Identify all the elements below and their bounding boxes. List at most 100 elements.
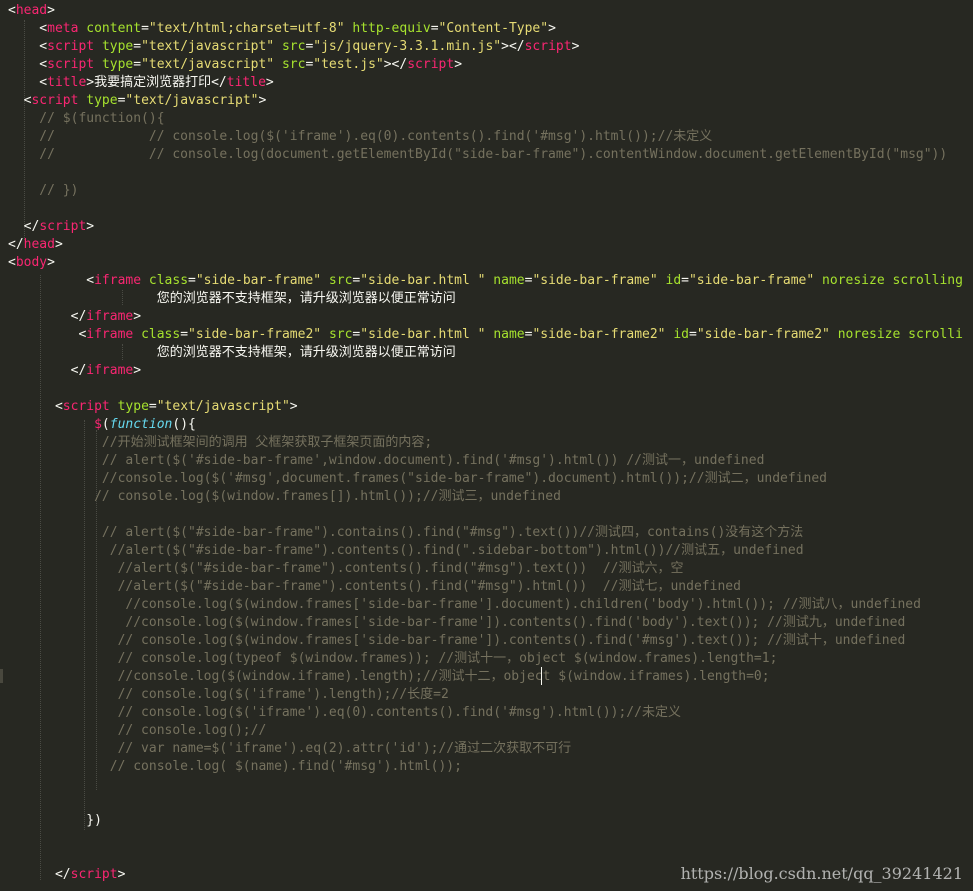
code-token: script bbox=[39, 219, 87, 234]
code-token: src bbox=[328, 327, 353, 342]
code-token: < bbox=[8, 3, 16, 18]
code-line: <script type="text/javascript"> bbox=[8, 92, 267, 110]
code-token: > bbox=[571, 39, 580, 54]
code-token: // console.log( $(name).find('#msg').htm… bbox=[8, 759, 462, 774]
code-token: > bbox=[133, 363, 142, 378]
code-token: // console.log($('iframe').eq(0).content… bbox=[8, 705, 681, 720]
code-token: 您的浏览器不支持框架，请升级浏览器以便正常访问 bbox=[8, 291, 456, 306]
code-token: //console.log($(window.frames['side-bar-… bbox=[8, 597, 921, 612]
code-token: </ bbox=[8, 309, 87, 324]
code-token: > bbox=[265, 75, 274, 90]
code-token: "side-bar-frame2" bbox=[188, 327, 322, 342]
code-line: </script> bbox=[8, 866, 125, 884]
code-token: < bbox=[8, 273, 95, 288]
code-token: "test.js" bbox=[313, 57, 384, 72]
code-token: // console.log($('iframe').length);//长度=… bbox=[8, 687, 449, 702]
code-token: iframe bbox=[94, 273, 142, 288]
code-line: //alert($("#side-bar-frame").contents().… bbox=[8, 560, 684, 578]
code-line: <iframe class="side-bar-frame2" src="sid… bbox=[8, 326, 963, 344]
code-token: </ bbox=[8, 237, 24, 252]
code-editor[interactable]: <head> <meta content="text/html;charset=… bbox=[0, 0, 973, 891]
code-token: </ bbox=[8, 219, 40, 234]
code-token: "side-bar-frame2" bbox=[696, 327, 830, 342]
code-token: //alert($("#side-bar-frame").contents().… bbox=[8, 543, 804, 558]
code-token: > bbox=[454, 57, 463, 72]
code-token: "Content-Type" bbox=[438, 21, 549, 36]
code-token: < bbox=[8, 21, 48, 36]
code-token: = bbox=[681, 273, 689, 288]
code-token: < bbox=[8, 93, 32, 108]
code-token: (){ bbox=[172, 417, 196, 432]
code-line: </iframe> bbox=[8, 362, 141, 380]
code-token: iframe bbox=[86, 309, 134, 324]
code-token: > bbox=[133, 309, 142, 324]
code-line: // console.log($(window.frames['side-bar… bbox=[8, 632, 906, 650]
code-line: // console.log();// bbox=[8, 722, 267, 740]
code-token: $ bbox=[94, 417, 102, 432]
code-line: //console.log($(window.frames['side-bar-… bbox=[8, 614, 905, 632]
code-token: = bbox=[141, 21, 149, 36]
code-token: // console.log($(window.frames[]).html()… bbox=[8, 489, 561, 504]
code-token: = bbox=[133, 39, 142, 54]
code-token: //alert($("#side-bar-frame").contents().… bbox=[8, 561, 684, 576]
code-token: </ bbox=[8, 867, 71, 882]
code-line: <iframe class="side-bar-frame" src="side… bbox=[8, 272, 963, 290]
code-line: <script type="text/javascript" src="test… bbox=[8, 56, 462, 74]
code-line: //alert($("#side-bar-frame").contents().… bbox=[8, 578, 741, 596]
code-token: = bbox=[148, 399, 157, 414]
code-line: //alert($("#side-bar-frame").contents().… bbox=[8, 542, 804, 560]
code-line: </iframe> bbox=[8, 308, 141, 326]
code-token: id bbox=[665, 273, 682, 288]
code-token: < bbox=[8, 39, 48, 54]
text-cursor bbox=[541, 667, 542, 685]
code-token: iframe bbox=[86, 327, 134, 342]
code-token: //alert($("#side-bar-frame").contents().… bbox=[8, 579, 741, 594]
code-line: //console.log($('#msg',document.frames("… bbox=[8, 470, 827, 488]
code-token: type bbox=[117, 399, 149, 414]
code-line: //console.log($(window.frames['side-bar-… bbox=[8, 596, 921, 614]
code-token: class bbox=[148, 273, 189, 288]
code-token: // // console.log(document.getElementByI… bbox=[8, 147, 948, 162]
code-token: script bbox=[47, 57, 95, 72]
code-token: "side-bar-frame" bbox=[688, 273, 815, 288]
code-token: noresize scrolli bbox=[837, 327, 963, 342]
code-token: src bbox=[281, 57, 306, 72]
code-token: < bbox=[8, 327, 87, 342]
code-token: // // console.log($('iframe').eq(0).cont… bbox=[8, 129, 713, 144]
code-line: // console.log($(window.frames[]).html()… bbox=[8, 488, 561, 506]
code-line: 您的浏览器不支持框架，请升级浏览器以便正常访问 bbox=[8, 344, 456, 362]
code-token: "text/javascript" bbox=[141, 57, 275, 72]
code-token: title bbox=[47, 75, 87, 90]
code-line: <body> bbox=[8, 254, 55, 272]
code-token: = bbox=[188, 273, 196, 288]
code-token: "side-bar.html " bbox=[360, 273, 486, 288]
code-line: }) bbox=[8, 812, 102, 830]
code-token: = bbox=[689, 327, 697, 342]
code-token: src bbox=[328, 273, 353, 288]
code-token: // var name=$('iframe').eq(2).attr('id')… bbox=[8, 741, 572, 756]
code-token: < bbox=[8, 75, 48, 90]
code-line: // console.log(typeof $(window.frames));… bbox=[8, 650, 778, 668]
code-token: "text/javascript" bbox=[156, 399, 290, 414]
code-token: script bbox=[524, 39, 572, 54]
code-token: > bbox=[47, 3, 55, 18]
code-token: script bbox=[31, 93, 79, 108]
code-token: src bbox=[281, 39, 306, 54]
code-line: // alert($("#side-bar-frame").contains()… bbox=[8, 524, 803, 542]
code-token: >我要搞定浏览器打印</ bbox=[86, 75, 227, 90]
code-token: ></ bbox=[383, 57, 408, 72]
code-line: <title>我要搞定浏览器打印</title> bbox=[8, 74, 274, 92]
code-token: body bbox=[15, 255, 48, 270]
code-token: script bbox=[70, 867, 118, 882]
code-line: <script type="text/javascript"> bbox=[8, 398, 298, 416]
code-token: // console.log();// bbox=[8, 723, 267, 738]
code-line: // var name=$('iframe').eq(2).attr('id')… bbox=[8, 740, 572, 758]
